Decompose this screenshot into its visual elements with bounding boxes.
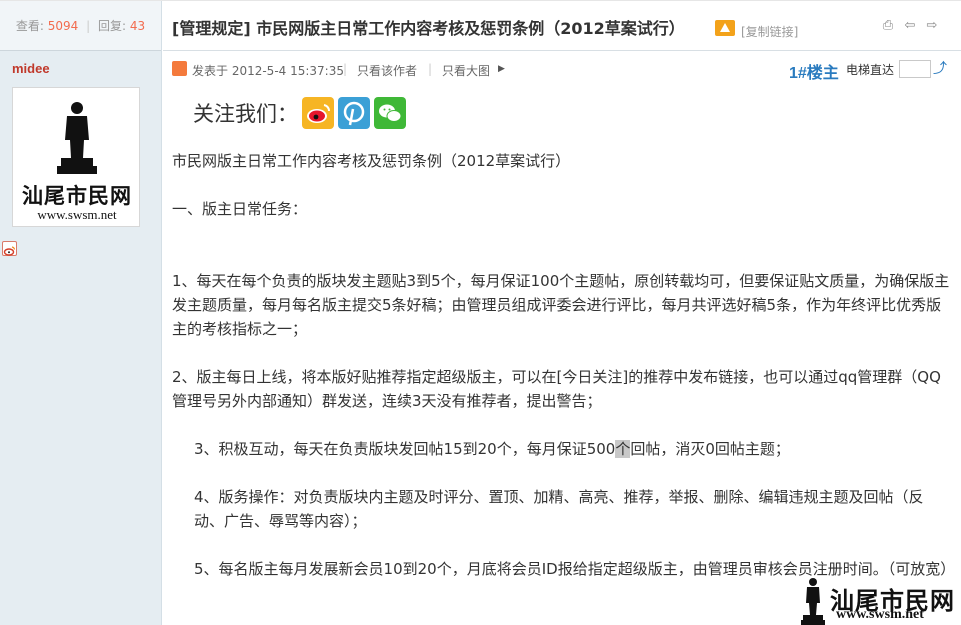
copy-link-button[interactable]: [复制链接]	[741, 23, 798, 40]
views-label: 查看:	[15, 19, 44, 33]
post-time: 发表于 2012-5-4 15:37:35	[192, 64, 344, 78]
replies-count: 43	[129, 19, 146, 33]
weibo-icon[interactable]	[302, 97, 334, 129]
pinterest-icon[interactable]	[338, 97, 370, 129]
content-item-3-a: 3、积极互动，每天在负责版块发回帖15到20个，每月保证500	[194, 440, 616, 458]
only-author-link[interactable]: 只看该作者	[357, 62, 417, 79]
avatar-site-name: 汕尾市民网	[22, 183, 132, 208]
only-big-images-link[interactable]: 只看大图	[442, 62, 490, 79]
forum-post-page: 查看: 5094 | 回复: 43 midee 汕尾市民网 www.swsm.n…	[0, 0, 961, 625]
author-avatar-icon	[172, 61, 187, 76]
watermark-url: www.swsm.net	[836, 607, 924, 622]
next-icon[interactable]: ⇨	[925, 18, 939, 33]
meta-divider: |	[343, 62, 348, 76]
content-section-title: 一、版主日常任务：	[172, 200, 308, 218]
content-item-1: 1、每天在每个负责的版块发主题贴3到5个，每月保证100个主题帖，原创转载均可，…	[172, 272, 950, 338]
post-column: [管理规定] 市民网版主日常工作内容考核及惩罚条例（2012草案试行） [复制链…	[163, 1, 961, 625]
avatar-site-url: www.swsm.net	[37, 207, 117, 222]
wechat-icon[interactable]	[374, 97, 406, 129]
post-content: 市民网版主日常工作内容考核及惩罚条例（2012草案试行） 一、版主日常任务： 1…	[172, 149, 955, 581]
content-item-3-c: 回帖，消灭0回帖主题；	[630, 440, 790, 458]
figure-icon	[801, 578, 825, 625]
content-item-2: 2、版主每日上线，将本版好贴推荐指定超级版主，可以在[今日关注]的推荐中发布链接…	[172, 368, 941, 410]
print-icon[interactable]: ⎙	[881, 18, 895, 33]
author-name[interactable]: midee	[12, 61, 161, 76]
author-sidebar: 查看: 5094 | 回复: 43 midee 汕尾市民网 www.swsm.n…	[0, 1, 162, 625]
post-stats: 查看: 5094 | 回复: 43	[0, 1, 161, 51]
post-title: [管理规定] 市民网版主日常工作内容考核及惩罚条例（2012草案试行）	[172, 19, 685, 38]
weibo-share-icon[interactable]	[2, 241, 17, 256]
views-count: 5094	[47, 19, 79, 33]
play-icon[interactable]: ▶	[498, 64, 505, 74]
follow-label: 关注我们：	[193, 102, 298, 126]
hot-icon	[715, 20, 735, 36]
go-arrow-icon[interactable]: ⤴	[933, 58, 947, 78]
figure-icon	[57, 102, 97, 174]
post-header: [管理规定] 市民网版主日常工作内容考核及惩罚条例（2012草案试行） [复制链…	[163, 1, 961, 51]
content-item-3: 3、积极互动，每天在负责版块发回帖15到20个，每月保证500个回帖，消灭0回帖…	[172, 437, 952, 461]
replies-label: 回复:	[97, 19, 127, 33]
site-watermark: 汕尾市民网 www.swsm.net	[800, 577, 961, 625]
prev-icon[interactable]: ⇦	[903, 18, 917, 33]
follow-us: 关注我们：	[193, 96, 410, 130]
header-tools: ⎙ ⇦ ⇨	[881, 18, 939, 33]
highlighted-text: 个	[615, 440, 631, 458]
jump-floor-input[interactable]	[899, 60, 931, 78]
avatar[interactable]: 汕尾市民网 www.swsm.net	[12, 87, 140, 227]
meta-divider: |	[428, 62, 433, 76]
floor-number[interactable]: 1#楼主	[789, 59, 839, 83]
content-heading: 市民网版主日常工作内容考核及惩罚条例（2012草案试行）	[172, 152, 571, 170]
jump-label: 电梯直达	[846, 63, 895, 77]
stats-separator: |	[86, 19, 91, 33]
content-item-4: 4、版务操作：对负责版块内主题及时评分、置顶、加精、高亮、推荐，举报、删除、编辑…	[194, 488, 924, 530]
